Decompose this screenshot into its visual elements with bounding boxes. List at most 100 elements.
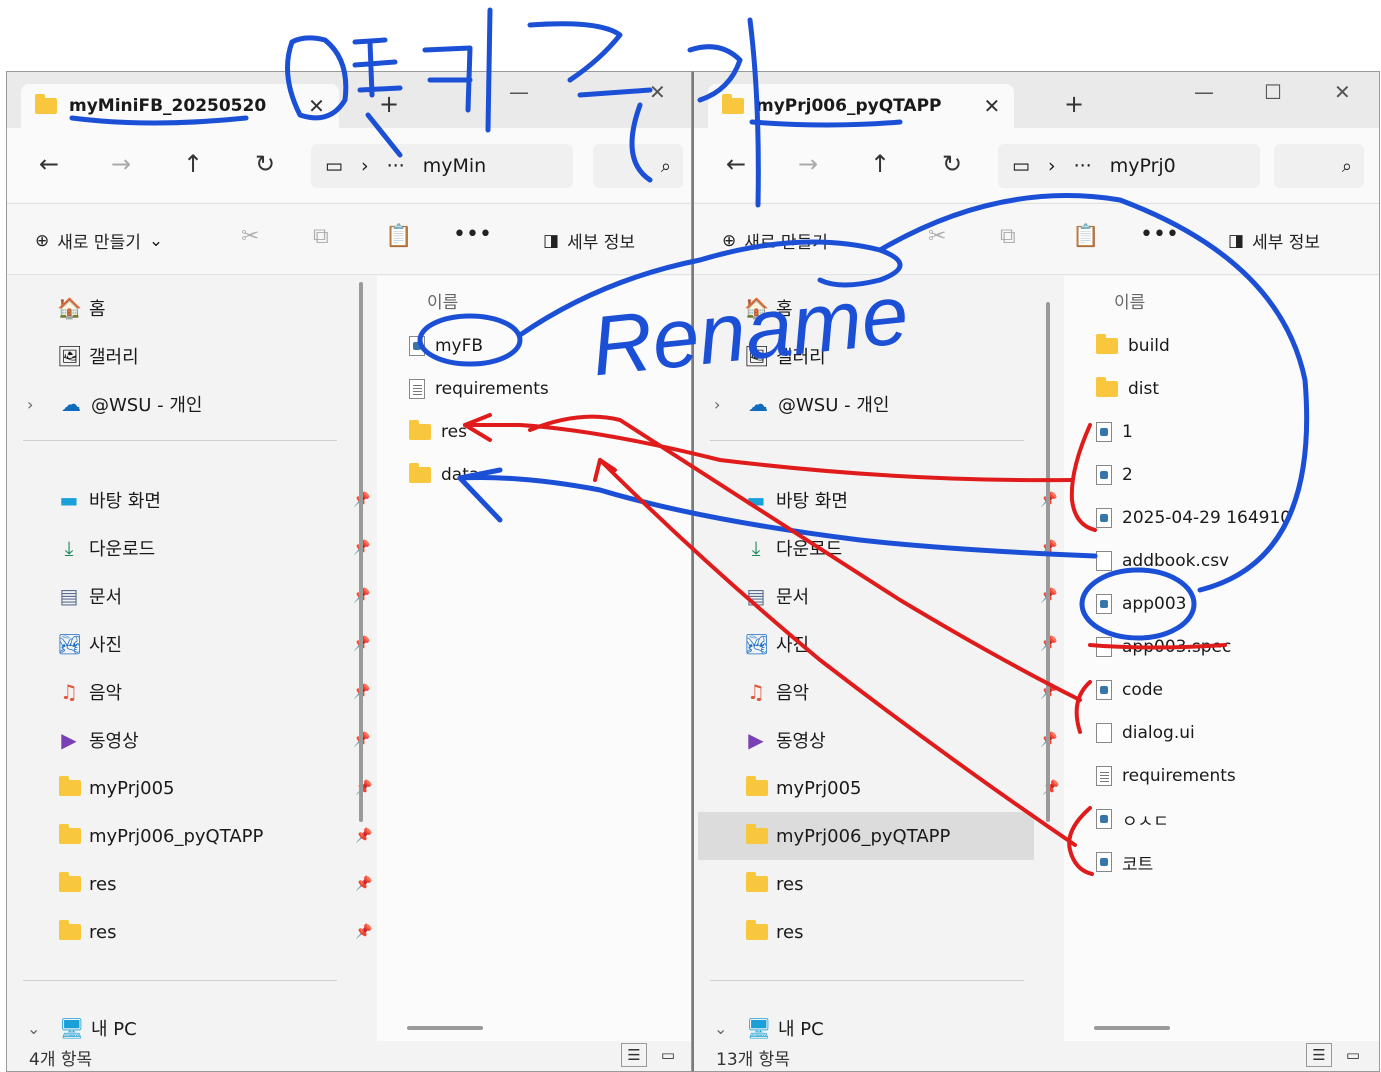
sidebar-item-myprj005[interactable]: myPrj005 📌 bbox=[746, 768, 1059, 808]
sidebar-item-myprj006[interactable]: myPrj006_pyQTAPP 📌 bbox=[59, 816, 372, 856]
back-button[interactable]: ← bbox=[726, 150, 746, 178]
tiles-view-icon[interactable]: ▭ bbox=[1340, 1043, 1366, 1067]
sidebar-item-videos[interactable]: ▶동영상📌 bbox=[57, 720, 370, 760]
list-item[interactable]: ㅇㅅㄷ bbox=[1096, 799, 1169, 839]
sidebar-item-res[interactable]: res 📌 bbox=[59, 864, 372, 904]
paste-icon[interactable]: 📋 bbox=[1072, 224, 1099, 249]
more-icon[interactable]: ··· bbox=[1074, 155, 1092, 177]
copy-icon[interactable]: ⧉ bbox=[313, 224, 329, 249]
refresh-button[interactable]: ↻ bbox=[255, 150, 275, 178]
address-bar[interactable]: ▭ › ··· myPrj0 bbox=[998, 144, 1260, 188]
list-item[interactable]: 1 bbox=[1096, 412, 1133, 452]
search-box[interactable]: ⌕ bbox=[1274, 144, 1364, 188]
minimize-button[interactable]: — bbox=[509, 80, 529, 104]
horizontal-scrollbar[interactable] bbox=[407, 1026, 483, 1030]
list-item[interactable]: app003 bbox=[1096, 584, 1186, 624]
sidebar-item-gallery[interactable]: 🖼 갤러리 bbox=[57, 336, 139, 376]
cut-icon[interactable]: ✂ bbox=[928, 224, 946, 249]
sidebar-item-downloads[interactable]: ⤓다운로드📌 bbox=[57, 528, 371, 568]
tiles-view-icon[interactable]: ▭ bbox=[655, 1043, 681, 1067]
more-icon[interactable]: ··· bbox=[387, 155, 405, 177]
more-options-icon[interactable]: ••• bbox=[453, 222, 492, 247]
list-item[interactable]: data bbox=[409, 455, 479, 495]
sidebar-item-home[interactable]: 🏠 홈 bbox=[57, 288, 106, 328]
list-item[interactable]: dialog.ui bbox=[1096, 713, 1195, 753]
new-tab-button[interactable]: + bbox=[379, 90, 399, 118]
up-button[interactable]: ↑ bbox=[870, 150, 890, 178]
cut-icon[interactable]: ✂ bbox=[241, 224, 259, 249]
horizontal-scrollbar[interactable] bbox=[1094, 1026, 1170, 1030]
close-window-button[interactable]: ✕ bbox=[1334, 80, 1351, 104]
command-bar: ⊕ 새로 만들기 ⌄ ✂ ⧉ 📋 ••• ◨ 세부 정보 bbox=[694, 203, 1379, 275]
close-tab-icon[interactable]: ✕ bbox=[984, 94, 1001, 118]
sidebar-item-gallery[interactable]: 🖼 갤러리 bbox=[744, 336, 826, 376]
maximize-button[interactable]: ☐ bbox=[1264, 80, 1282, 104]
list-item[interactable]: app003.spec bbox=[1096, 627, 1231, 667]
close-tab-icon[interactable]: ✕ bbox=[308, 94, 325, 118]
sidebar-item-home[interactable]: 🏠 홈 bbox=[744, 288, 793, 328]
paste-icon[interactable]: 📋 bbox=[385, 224, 412, 249]
sidebar-item-downloads[interactable]: ⤓다운로드📌 bbox=[744, 528, 1058, 568]
forward-button[interactable]: → bbox=[111, 150, 131, 178]
column-header-name[interactable]: 이름 bbox=[1114, 288, 1145, 313]
sidebar-label: res bbox=[89, 873, 117, 895]
sidebar-item-videos[interactable]: ▶동영상📌 bbox=[744, 720, 1057, 760]
refresh-button[interactable]: ↻ bbox=[942, 150, 962, 178]
list-item[interactable]: 2 bbox=[1096, 455, 1133, 495]
copy-icon[interactable]: ⧉ bbox=[1000, 224, 1016, 249]
tab-active[interactable]: myMiniFB_20250520 ✕ bbox=[21, 84, 339, 128]
sidebar-item-onedrive[interactable]: › ☁ @WSU - 개인 bbox=[714, 384, 889, 424]
column-header-name[interactable]: 이름 bbox=[427, 288, 458, 313]
details-view-icon[interactable]: ☰ bbox=[621, 1043, 647, 1067]
sidebar-item-documents[interactable]: ▤문서📌 bbox=[744, 576, 1058, 616]
list-item[interactable]: res bbox=[409, 412, 467, 452]
sidebar-item-res[interactable]: res bbox=[746, 912, 803, 952]
tab-active[interactable]: myPrj006_pyQTAPP ✕ bbox=[708, 84, 1015, 128]
chevron-down-icon[interactable]: ⌄ bbox=[714, 1019, 738, 1038]
list-item[interactable]: 2025-04-29 164910 bbox=[1096, 498, 1291, 538]
sidebar-item-res[interactable]: res 📌 bbox=[59, 912, 372, 952]
new-tab-button[interactable]: + bbox=[1064, 90, 1084, 118]
sidebar-label: 바탕 화면 bbox=[89, 491, 161, 512]
chevron-down-icon[interactable]: ⌄ bbox=[27, 1019, 51, 1038]
sidebar-item-desktop[interactable]: ▬바탕 화면📌 bbox=[57, 480, 371, 520]
close-window-button[interactable]: ✕ bbox=[649, 80, 666, 104]
sidebar-item-music[interactable]: ♫음악📌 bbox=[744, 672, 1057, 712]
list-item[interactable]: myFB bbox=[409, 326, 483, 366]
sidebar-item-myprj006-selected[interactable]: myPrj006_pyQTAPP bbox=[698, 812, 1034, 860]
minimize-button[interactable]: — bbox=[1194, 80, 1214, 104]
new-button[interactable]: ⊕ 새로 만들기 ⌄ bbox=[35, 228, 163, 254]
list-item[interactable]: addbook.csv bbox=[1096, 541, 1229, 581]
details-view-icon[interactable]: ☰ bbox=[1306, 1043, 1332, 1067]
list-item[interactable]: dist bbox=[1096, 369, 1159, 409]
list-item[interactable]: code bbox=[1096, 670, 1163, 710]
sidebar-item-myprj005[interactable]: myPrj005 📌 bbox=[59, 768, 372, 808]
list-item[interactable]: requirements bbox=[1096, 756, 1236, 796]
new-button[interactable]: ⊕ 새로 만들기 ⌄ bbox=[722, 228, 850, 254]
sidebar-item-documents[interactable]: ▤문서📌 bbox=[57, 576, 371, 616]
back-button[interactable]: ← bbox=[39, 150, 59, 178]
list-item[interactable]: requirements bbox=[409, 369, 549, 409]
sidebar-item-music[interactable]: ♫음악📌 bbox=[57, 672, 370, 712]
more-options-icon[interactable]: ••• bbox=[1140, 222, 1179, 247]
sidebar-label: 갤러리 bbox=[89, 347, 139, 368]
search-box[interactable]: ⌕ bbox=[593, 144, 683, 188]
address-bar[interactable]: ▭ › ··· myMin bbox=[311, 144, 573, 188]
sidebar-item-res[interactable]: res bbox=[746, 864, 803, 904]
list-item[interactable]: build bbox=[1096, 326, 1170, 366]
gallery-icon: 🖼 bbox=[57, 344, 83, 368]
forward-button[interactable]: → bbox=[798, 150, 818, 178]
pc-icon: 🖥 bbox=[746, 1016, 772, 1040]
list-item[interactable]: 코트 bbox=[1096, 842, 1153, 882]
details-button[interactable]: ◨ 세부 정보 bbox=[543, 228, 635, 254]
up-button[interactable]: ↑ bbox=[183, 150, 203, 178]
sidebar-item-pictures[interactable]: 🏞사진📌 bbox=[744, 624, 1057, 664]
sidebar-item-desktop[interactable]: ▬바탕 화면📌 bbox=[744, 480, 1058, 520]
scrollbar[interactable] bbox=[359, 282, 363, 822]
scrollbar[interactable] bbox=[1046, 302, 1050, 822]
chevron-right-icon[interactable]: › bbox=[27, 395, 51, 414]
chevron-right-icon[interactable]: › bbox=[714, 395, 738, 414]
sidebar-item-onedrive[interactable]: › ☁ @WSU - 개인 bbox=[27, 384, 202, 424]
sidebar-item-pictures[interactable]: 🏞사진📌 bbox=[57, 624, 370, 664]
details-button[interactable]: ◨ 세부 정보 bbox=[1228, 228, 1320, 254]
